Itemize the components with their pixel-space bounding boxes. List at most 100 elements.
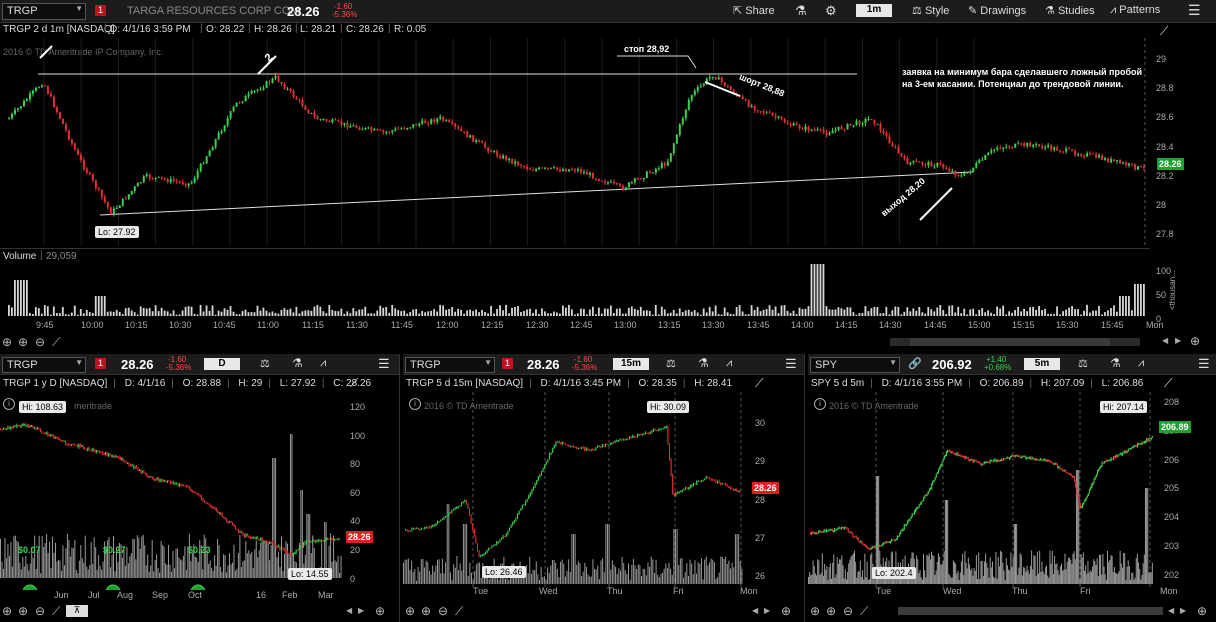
draw-line-icon[interactable]: ⟋ (52, 604, 60, 619)
style-icon[interactable]: ⚖ (666, 357, 676, 370)
menu-icon[interactable]: ☰ (1188, 2, 1201, 19)
zoom-out-icon[interactable]: ⊖ (438, 604, 448, 618)
scroll-right-icon[interactable]: ▶ (358, 606, 364, 615)
draw-line-icon[interactable]: ⟋ (455, 604, 463, 619)
volume-bar (79, 308, 82, 316)
expand-chart-icon[interactable]: ⟋ (1160, 24, 1168, 39)
horizontal-scrollbar[interactable] (890, 338, 1140, 346)
collapse-icon[interactable]: ⊼ (66, 605, 88, 617)
style-icon[interactable]: ⚖ (260, 357, 270, 370)
volume-bar (1055, 564, 1057, 584)
scroll-right-icon[interactable]: ▶ (764, 606, 770, 615)
style-icon[interactable]: ⚖ (1078, 357, 1088, 370)
panel2-interval-button[interactable]: 15m (613, 358, 649, 370)
volume-bar (471, 572, 472, 584)
zoom-out-icon[interactable]: ⊖ (35, 604, 45, 618)
panel2-candle (704, 478, 706, 481)
reset-zoom-icon[interactable]: ⊕ (1190, 334, 1200, 348)
menu-icon[interactable]: ☰ (1198, 356, 1210, 372)
zoom-out-icon[interactable]: ⊖ (843, 604, 853, 618)
main-candle (265, 81, 268, 88)
main-candle (331, 119, 334, 123)
volume-bar (982, 575, 984, 584)
volume-bar (151, 539, 153, 578)
studies-button[interactable]: ⚗ Studies (1045, 4, 1095, 17)
reset-zoom-icon[interactable]: ⊕ (375, 604, 385, 618)
horizontal-scrollbar[interactable] (898, 607, 1163, 615)
panel3-candle (998, 460, 1000, 462)
zoom-in-icon[interactable]: ⊕ (421, 604, 431, 618)
zoom-in-icon[interactable]: ⊕ (826, 604, 836, 618)
reset-zoom-icon[interactable]: ⊕ (1197, 604, 1207, 618)
panel2-candle (661, 428, 662, 430)
patterns-button[interactable]: ⩘ Patterns (1110, 4, 1160, 17)
main-candle (1038, 144, 1041, 147)
menu-icon[interactable]: ☰ (378, 356, 390, 372)
patterns-icon[interactable]: ⩘ (320, 357, 326, 370)
pan-icon[interactable]: ⊕ (405, 604, 415, 618)
zoom-in-icon[interactable]: ⊕ (18, 335, 28, 349)
scroll-left-icon[interactable]: ◀ (346, 606, 352, 615)
panel1-candle (19, 425, 21, 427)
gear-icon[interactable]: ⚙ (825, 3, 837, 19)
expand-chart-icon[interactable]: ⟋ (755, 376, 763, 391)
patterns-icon[interactable]: ⩘ (1138, 357, 1144, 370)
link-icon[interactable]: 🔗 (908, 357, 922, 370)
patterns-icon[interactable]: ⩘ (726, 357, 732, 370)
main-candle (882, 131, 885, 133)
volume-bar (1086, 304, 1088, 316)
panel2-symbol-selector[interactable]: TRGP ▼ (405, 357, 495, 373)
scroll-left-icon[interactable]: ◀ (752, 606, 758, 615)
pan-icon[interactable]: ⊕ (2, 604, 12, 618)
style-button[interactable]: ⚖ Style (912, 4, 949, 17)
link-icon[interactable]: 1 (502, 358, 513, 369)
flask-icon[interactable]: ⚗ (1110, 356, 1121, 370)
panel2-candle (640, 433, 642, 436)
expand-chart-icon[interactable]: ⟋ (1164, 376, 1172, 391)
panel2-chart[interactable] (403, 392, 749, 590)
flask-icon[interactable]: ⚗ (698, 356, 709, 370)
panel3-candle (832, 530, 834, 532)
panel2-candle (513, 521, 515, 523)
volume-bar (747, 314, 750, 316)
menu-icon[interactable]: ☰ (785, 356, 797, 372)
volume-bar (846, 307, 849, 316)
panel3-candle (1116, 455, 1118, 457)
expand-chart-icon[interactable]: ⟋ (350, 376, 358, 391)
scroll-left-icon[interactable]: ◀ (1162, 336, 1168, 345)
panel3-symbol-selector[interactable]: SPY ▼ (810, 357, 900, 373)
share-button[interactable]: ⇱ Share (733, 4, 775, 17)
panel1-candle (28, 425, 30, 427)
panel1-interval-button[interactable]: D (204, 358, 240, 370)
interval-button[interactable]: 1m (856, 4, 892, 17)
volume-bar (1006, 565, 1008, 584)
link-icon[interactable]: 1 (95, 358, 106, 369)
drawings-button[interactable]: ✎ Drawings (968, 4, 1026, 17)
panel1-candle (307, 541, 309, 543)
panel2-candle (611, 442, 613, 445)
main-candle (58, 112, 61, 119)
panel1-chart[interactable] (0, 392, 344, 590)
reset-zoom-icon[interactable]: ⊕ (781, 604, 791, 618)
zoom-in-icon[interactable]: ⊕ (18, 604, 28, 618)
flask-icon[interactable]: ⚗ (292, 356, 303, 370)
main-candle (487, 147, 490, 152)
panel3-chart[interactable] (808, 392, 1158, 590)
scroll-right-icon[interactable]: ▶ (1180, 606, 1186, 615)
pan-icon[interactable]: ⊕ (810, 604, 820, 618)
link-icon[interactable]: 1 (95, 5, 106, 16)
pan-icon[interactable]: ⊕ (2, 335, 12, 349)
volume-bar (255, 540, 257, 578)
panel3-interval-button[interactable]: 5m (1024, 358, 1060, 370)
symbol-selector[interactable]: TRGP ▼ (2, 3, 86, 20)
scroll-right-icon[interactable]: ▶ (1175, 336, 1181, 345)
draw-line-icon[interactable]: ⟋ (52, 335, 60, 350)
panel1-symbol-selector[interactable]: TRGP ▼ (2, 357, 86, 373)
draw-line-icon[interactable]: ⟋ (860, 604, 868, 619)
panel2-candle (635, 436, 637, 438)
flask-icon[interactable]: ⚗ (795, 3, 807, 19)
volume-bar (630, 306, 633, 316)
scroll-left-icon[interactable]: ◀ (1168, 606, 1174, 615)
zoom-out-icon[interactable]: ⊖ (35, 335, 45, 349)
panel3-candle (900, 530, 902, 534)
